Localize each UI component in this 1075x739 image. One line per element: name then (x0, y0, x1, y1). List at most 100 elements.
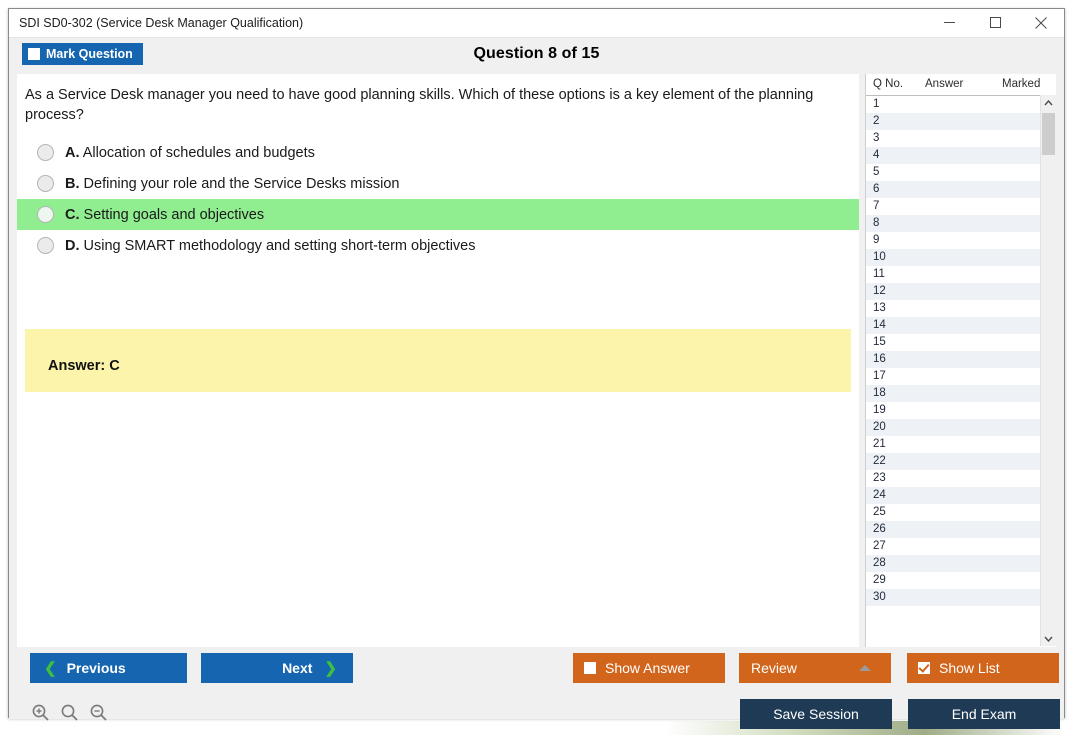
answer-option-radio[interactable] (37, 144, 54, 161)
show-answer-label: Show Answer (605, 660, 690, 676)
question-list-row[interactable]: 24 (866, 487, 1041, 504)
chevron-right-icon: ❯ (324, 659, 337, 677)
answer-option-c[interactable]: C. Setting goals and objectives (17, 199, 859, 230)
question-list-number: 4 (873, 149, 880, 161)
answer-option-label: B. Defining your role and the Service De… (65, 176, 399, 192)
question-list-number: 15 (873, 336, 886, 348)
answer-option-radio[interactable] (37, 237, 54, 254)
save-session-button[interactable]: Save Session (740, 699, 892, 729)
question-list-row[interactable]: 23 (866, 470, 1041, 487)
question-list-row[interactable]: 14 (866, 317, 1041, 334)
question-list-number: 2 (873, 115, 880, 127)
question-list-row[interactable]: 12 (866, 283, 1041, 300)
question-list-row[interactable]: 7 (866, 198, 1041, 215)
exam-application-window: SDI SD0-302 (Service Desk Manager Qualif… (8, 8, 1065, 729)
answer-reveal-text: Answer: C (48, 358, 120, 374)
question-list-row[interactable]: 20 (866, 419, 1041, 436)
question-list-row[interactable]: 28 (866, 555, 1041, 572)
question-list-row[interactable]: 18 (866, 385, 1041, 402)
zoom-out-icon[interactable] (89, 703, 108, 722)
mark-question-checkbox[interactable] (28, 48, 40, 60)
previous-button[interactable]: ❮ Previous (30, 653, 187, 683)
question-list-number: 7 (873, 200, 880, 212)
question-list-scrollbar[interactable] (1040, 95, 1056, 646)
question-list-row[interactable]: 13 (866, 300, 1041, 317)
column-header-q-no: Q No. (873, 78, 904, 90)
question-header-strip: Question 8 of 15 Mark Question (9, 38, 1064, 74)
previous-button-label: Previous (66, 660, 126, 676)
question-list-row[interactable]: 25 (866, 504, 1041, 521)
zoom-reset-icon[interactable] (60, 703, 79, 722)
question-list-row[interactable]: 3 (866, 130, 1041, 147)
question-list-number: 8 (873, 217, 880, 229)
next-button[interactable]: Next ❯ (201, 653, 353, 683)
question-list-row[interactable]: 4 (866, 147, 1041, 164)
question-list-rows: 1 2 3 4 5 6 7 8 9 10 11 12 13 14 15 16 17 18 19 20 21 22 23 24 2… (866, 96, 1041, 606)
question-list-rows-viewport: 1 2 3 4 5 6 7 8 9 10 11 12 13 14 15 16 17 18 19 20 21 22 23 24 2… (866, 96, 1056, 647)
question-list-row[interactable]: 10 (866, 249, 1041, 266)
answer-option-letter: B. (65, 175, 80, 192)
question-list-row[interactable]: 11 (866, 266, 1041, 283)
question-list-number: 18 (873, 387, 886, 399)
close-icon[interactable] (1018, 9, 1064, 36)
chevron-up-icon[interactable] (1041, 95, 1056, 110)
review-dropdown-button[interactable]: Review (739, 653, 891, 683)
question-list-row[interactable]: 16 (866, 351, 1041, 368)
show-list-label: Show List (939, 660, 1000, 676)
question-list-row[interactable]: 9 (866, 232, 1041, 249)
question-list-row[interactable]: 5 (866, 164, 1041, 181)
question-list-number: 21 (873, 438, 886, 450)
question-list-number: 10 (873, 251, 886, 263)
question-list-panel: Q No. Answer Marked 1 2 3 4 5 6 7 8 9 10 11 12 13 14 1… (865, 74, 1056, 647)
question-list-number: 16 (873, 353, 886, 365)
end-exam-label: End Exam (951, 706, 1017, 722)
question-list-row[interactable]: 17 (866, 368, 1041, 385)
chevron-down-icon[interactable] (1041, 631, 1056, 646)
show-list-button[interactable]: Show List (907, 653, 1059, 683)
scrollbar-thumb[interactable] (1042, 113, 1055, 155)
application-content: Question 8 of 15 Mark Question As a Serv… (9, 38, 1064, 729)
question-list-row[interactable]: 29 (866, 572, 1041, 589)
zoom-in-icon[interactable] (31, 703, 50, 722)
question-list-number: 6 (873, 183, 880, 195)
question-list-number: 29 (873, 574, 886, 586)
question-list-row[interactable]: 6 (866, 181, 1041, 198)
question-list-number: 9 (873, 234, 880, 246)
question-list-row[interactable]: 1 (866, 96, 1041, 113)
caret-up-icon (859, 665, 871, 671)
answer-option-radio[interactable] (37, 206, 54, 223)
question-list-number: 22 (873, 455, 886, 467)
answer-option-letter: C. (65, 206, 80, 223)
answer-option-text: Setting goals and objectives (83, 206, 265, 223)
question-list-row[interactable]: 26 (866, 521, 1041, 538)
answer-option-d[interactable]: D. Using SMART methodology and setting s… (17, 230, 859, 261)
question-list-number: 12 (873, 285, 886, 297)
mark-question-button[interactable]: Mark Question (22, 43, 143, 65)
question-list-number: 1 (873, 98, 880, 110)
answer-option-a[interactable]: A. Allocation of schedules and budgets (17, 137, 859, 168)
end-exam-button[interactable]: End Exam (908, 699, 1060, 729)
primary-action-bar: ❮ Previous Next ❯ Show Answer Review Sho… (9, 653, 1064, 691)
secondary-action-bar: Save Session End Exam (9, 699, 1064, 739)
minimize-icon[interactable] (926, 9, 972, 36)
question-list-row[interactable]: 19 (866, 402, 1041, 419)
answer-option-letter: A. (65, 144, 80, 161)
question-counter: Question 8 of 15 (473, 45, 600, 62)
mark-question-label: Mark Question (46, 47, 133, 61)
question-list-row[interactable]: 30 (866, 589, 1041, 606)
question-list-row[interactable]: 2 (866, 113, 1041, 130)
answer-option-radio[interactable] (37, 175, 54, 192)
question-list-row[interactable]: 21 (866, 436, 1041, 453)
maximize-icon[interactable] (972, 9, 1018, 36)
question-list-row[interactable]: 22 (866, 453, 1041, 470)
show-list-checkbox[interactable] (918, 662, 930, 674)
question-list-row[interactable]: 27 (866, 538, 1041, 555)
question-list-number: 30 (873, 591, 886, 603)
answer-option-b[interactable]: B. Defining your role and the Service De… (17, 168, 859, 199)
question-list-row[interactable]: 8 (866, 215, 1041, 232)
window-title-bar: SDI SD0-302 (Service Desk Manager Qualif… (9, 9, 1064, 38)
show-answer-checkbox[interactable] (584, 662, 596, 674)
question-list-row[interactable]: 15 (866, 334, 1041, 351)
question-list-number: 14 (873, 319, 886, 331)
show-answer-button[interactable]: Show Answer (573, 653, 725, 683)
